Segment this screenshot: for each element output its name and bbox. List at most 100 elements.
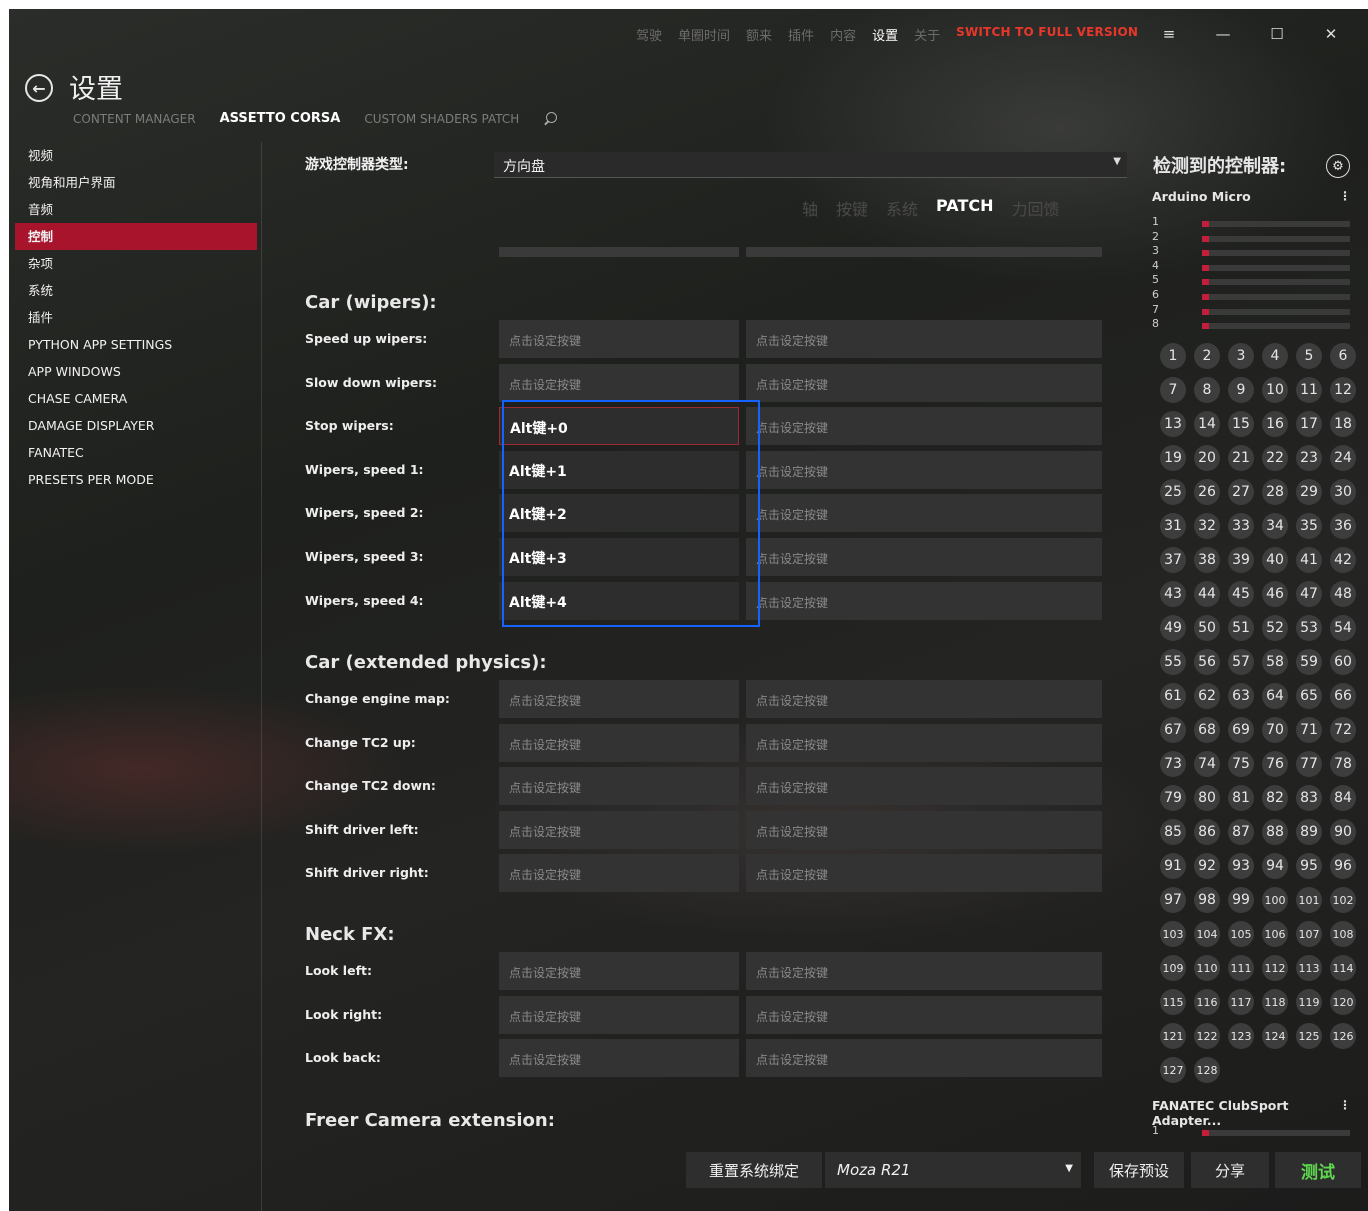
preset-select[interactable]: Moza R21 ▼: [825, 1152, 1081, 1188]
sidebar-item[interactable]: 杂项: [15, 250, 257, 277]
menu-extra[interactable]: 额来: [746, 25, 772, 44]
controller-button-indicator: 45: [1228, 581, 1254, 607]
maximize-button[interactable]: ☐: [1250, 21, 1304, 47]
secondary-binding-box[interactable]: 点击设定按键: [746, 952, 1102, 990]
share-button[interactable]: 分享: [1191, 1152, 1269, 1188]
controller-button-indicator: 54: [1330, 615, 1356, 641]
menu-drive[interactable]: 驾驶: [636, 25, 662, 44]
preset-value: Moza R21: [837, 1161, 911, 1179]
more-icon[interactable]: ⋮: [1339, 1098, 1351, 1112]
back-arrow-icon[interactable]: ←: [25, 74, 53, 102]
close-button[interactable]: ✕: [1304, 21, 1358, 47]
sidebar-item[interactable]: DAMAGE DISPLAYER: [15, 412, 257, 439]
secondary-binding-box[interactable]: 点击设定按键: [746, 407, 1102, 446]
secondary-binding-box[interactable]: 点击设定按键: [746, 494, 1102, 533]
sidebar-item[interactable]: APP WINDOWS: [15, 358, 257, 385]
menu-laptimes[interactable]: 单圈时间: [678, 25, 730, 44]
search-icon[interactable]: [543, 111, 558, 126]
test-button[interactable]: 测试: [1275, 1152, 1361, 1188]
secondary-binding-box[interactable]: 点击设定按键: [746, 767, 1102, 805]
sidebar-item[interactable]: 视频: [15, 142, 257, 169]
axis-bar: [1202, 294, 1350, 300]
controller-button-indicator: 39: [1228, 547, 1254, 573]
primary-binding-box[interactable]: 点击设定按键: [499, 1039, 739, 1077]
controller-button-indicator: 8: [1194, 377, 1220, 403]
controller-button-indicator: 13: [1160, 411, 1186, 437]
controller-button-indicator: 74: [1194, 751, 1220, 777]
minimize-button[interactable]: —: [1196, 21, 1250, 47]
primary-binding-box[interactable]: 点击设定按键: [499, 320, 739, 358]
secondary-binding-box[interactable]: 点击设定按键: [746, 995, 1102, 1034]
secondary-binding-box[interactable]: 点击设定按键: [746, 450, 1102, 489]
controller-button-indicator: 126: [1330, 1023, 1356, 1049]
secondary-binding-box[interactable]: 点击设定按键: [746, 320, 1102, 358]
primary-binding-box[interactable]: 点击设定按键: [499, 680, 739, 718]
primary-binding-box[interactable]: 点击设定按键: [499, 995, 739, 1034]
controller-button-indicator: 98: [1194, 887, 1220, 913]
controller-button-indicator: 5: [1296, 343, 1322, 369]
primary-binding-box[interactable]: 点击设定按键: [499, 854, 739, 892]
primary-binding-box[interactable]: 点击设定按键: [499, 363, 739, 402]
secondary-binding-box[interactable]: 点击设定按键: [746, 363, 1102, 402]
sidebar-item[interactable]: 视角和用户界面: [15, 169, 257, 196]
notifications-icon[interactable]: ≡: [1142, 21, 1196, 47]
controller-button-indicator: 11: [1296, 377, 1322, 403]
controller-button-indicator: 2: [1194, 343, 1220, 369]
secondary-binding-box[interactable]: 点击设定按键: [746, 810, 1102, 849]
sidebar-item[interactable]: PYTHON APP SETTINGS: [15, 331, 257, 358]
sidebar-item[interactable]: CHASE CAMERA: [15, 385, 257, 412]
controller-button-indicator: 100: [1262, 887, 1288, 913]
sidebar-item[interactable]: 音频: [15, 196, 257, 223]
chevron-down-icon: ▼: [1065, 1163, 1073, 1174]
menu-content[interactable]: 内容: [830, 25, 856, 44]
controller-button-indicator: 116: [1194, 989, 1220, 1015]
controller-button-indicator: 112: [1262, 955, 1288, 981]
controller-button-indicator: 122: [1194, 1023, 1220, 1049]
tab-custom-shaders-patch[interactable]: CUSTOM SHADERS PATCH: [364, 112, 519, 126]
binding-row: Shift driver right: 点击设定按键 点击设定按键: [262, 854, 1122, 892]
controller-button-indicator: 68: [1194, 717, 1220, 743]
controls-subtabs: 轴 按键 系统 PATCH 力回馈: [802, 196, 1060, 220]
save-preset-button[interactable]: 保存预设: [1094, 1152, 1184, 1188]
primary-binding-box[interactable]: 点击设定按键: [499, 810, 739, 849]
sidebar-item[interactable]: 系统: [15, 277, 257, 304]
controller-type-select[interactable]: 方向盘 ▼: [494, 152, 1127, 178]
primary-binding-box[interactable]: 点击设定按键: [499, 723, 739, 762]
secondary-binding-box[interactable]: 点击设定按键: [746, 680, 1102, 718]
gear-icon[interactable]: ⚙: [1326, 154, 1350, 178]
menu-settings[interactable]: 设置: [872, 25, 898, 44]
controller-button-indicator: 115: [1160, 989, 1186, 1015]
tab-assetto-corsa[interactable]: ASSETTO CORSA: [220, 111, 341, 126]
controller-button-indicator: 52: [1262, 615, 1288, 641]
menu-plugins[interactable]: 插件: [788, 25, 814, 44]
controller-button-indicator: 84: [1330, 785, 1356, 811]
subtab-buttons[interactable]: 按键: [836, 196, 868, 220]
secondary-binding-box[interactable]: 点击设定按键: [746, 581, 1102, 620]
subtab-system[interactable]: 系统: [886, 196, 918, 220]
subtab-axes[interactable]: 轴: [802, 196, 818, 220]
primary-binding-box[interactable]: 点击设定按键: [499, 952, 739, 990]
controller-button-indicator: 46: [1262, 581, 1288, 607]
primary-binding-box[interactable]: 点击设定按键: [499, 767, 739, 805]
secondary-binding-box[interactable]: 点击设定按键: [746, 1039, 1102, 1077]
secondary-binding-box[interactable]: 点击设定按键: [746, 538, 1102, 576]
sidebar-item[interactable]: PRESETS PER MODE: [15, 466, 257, 493]
subtab-patch[interactable]: PATCH: [936, 196, 993, 220]
tab-content-manager[interactable]: CONTENT MANAGER: [73, 112, 196, 126]
binding-label: Shift driver right:: [305, 865, 429, 880]
controller-button-indicator: 34: [1262, 513, 1288, 539]
binding-row: Speed up wipers: 点击设定按键 点击设定按键: [262, 320, 1122, 358]
reset-bindings-button[interactable]: 重置系统绑定: [686, 1152, 822, 1188]
switch-full-version-link[interactable]: SWITCH TO FULL VERSION: [956, 25, 1138, 44]
more-icon[interactable]: ⋮: [1339, 189, 1351, 203]
chevron-down-icon: ▼: [1113, 156, 1121, 167]
menu-about[interactable]: 关于: [914, 25, 940, 44]
sidebar-item[interactable]: 插件: [15, 304, 257, 331]
sidebar-item[interactable]: 控制: [15, 223, 257, 250]
sidebar-item[interactable]: FANATEC: [15, 439, 257, 466]
secondary-binding-box[interactable]: 点击设定按键: [746, 723, 1102, 762]
subtab-ffb[interactable]: 力回馈: [1012, 196, 1060, 220]
binding-row: Change TC2 up: 点击设定按键 点击设定按键: [262, 723, 1122, 762]
controller-button-indicator: 72: [1330, 717, 1356, 743]
secondary-binding-box[interactable]: 点击设定按键: [746, 854, 1102, 892]
